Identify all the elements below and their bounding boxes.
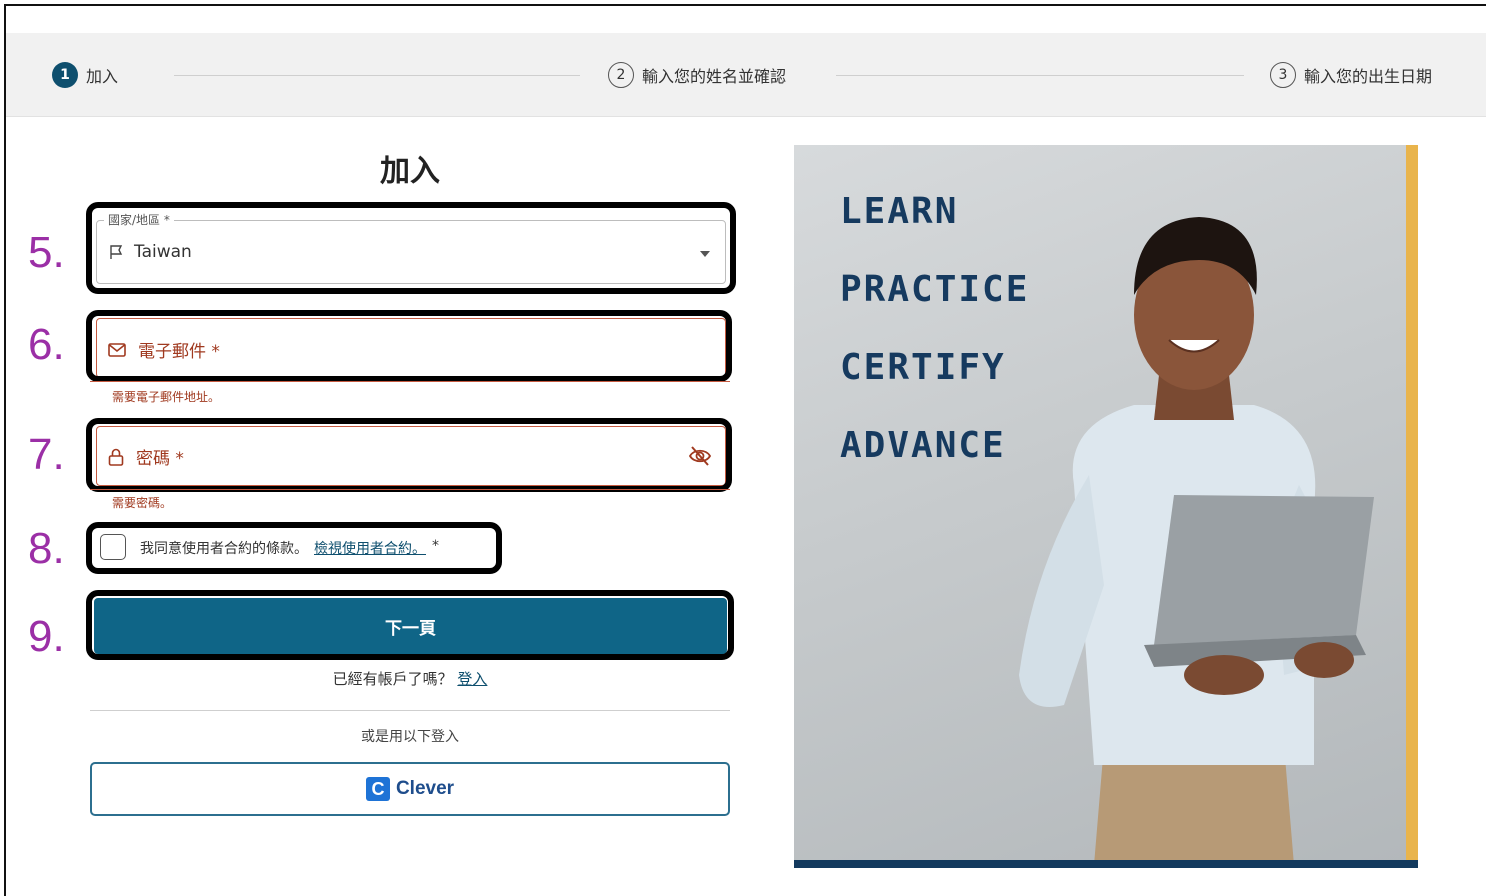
clever-logo-icon: C	[365, 777, 390, 801]
person-with-laptop-illustration	[1019, 217, 1374, 863]
promo-word-learn: LEARN	[840, 191, 959, 232]
form-title: 加入	[380, 154, 440, 189]
promo-image: LEARN PRACTICE CERTIFY ADVANCE	[794, 145, 1406, 863]
step-1-label: 加入	[86, 67, 119, 86]
step-2-number: 2	[608, 62, 634, 88]
highlight-box-8	[86, 522, 502, 574]
promo-accent-stripe	[1406, 145, 1418, 863]
error-underline	[90, 381, 730, 382]
highlight-box-6	[86, 310, 732, 382]
password-error: 需要密碼。	[112, 496, 173, 510]
highlight-box-7	[86, 418, 732, 492]
step-3: 3 輸入您的出生日期	[1270, 61, 1432, 89]
step-3-number: 3	[1270, 62, 1296, 88]
promo-word-certify: CERTIFY	[840, 347, 1006, 388]
have-account-text: 已經有帳戶了嗎？ 登入	[250, 668, 570, 689]
step-connector	[174, 75, 580, 76]
divider	[90, 710, 730, 711]
clever-label: Clever	[395, 778, 455, 799]
annotation-6: 6.	[28, 320, 65, 369]
clever-login-button[interactable]: C Clever	[90, 762, 730, 816]
annotation-5: 5.	[28, 228, 65, 277]
progress-stepper: 1 加入 2 輸入您的姓名並確認 3 輸入您的出生日期	[6, 33, 1486, 117]
highlight-box-9	[86, 590, 734, 660]
annotation-8: 8.	[28, 524, 65, 573]
promo-bottom-bar	[794, 860, 1418, 868]
email-error: 需要電子郵件地址。	[112, 390, 221, 404]
have-account-label: 已經有帳戶了嗎？	[332, 670, 453, 688]
step-2: 2 輸入您的姓名並確認	[608, 61, 786, 89]
step-1-number: 1	[52, 62, 78, 88]
error-underline	[90, 489, 730, 490]
highlight-box-5	[86, 202, 736, 294]
step-2-label: 輸入您的姓名並確認	[642, 67, 787, 86]
promo-word-advance: ADVANCE	[840, 425, 1006, 466]
step-connector	[836, 75, 1244, 76]
login-link[interactable]: 登入	[457, 670, 487, 688]
annotation-9: 9.	[28, 612, 65, 661]
annotation-7: 7.	[28, 430, 65, 479]
or-login-text: 或是用以下登入	[361, 729, 459, 745]
step-3-label: 輸入您的出生日期	[1304, 67, 1433, 86]
step-1: 1 加入	[52, 61, 118, 89]
